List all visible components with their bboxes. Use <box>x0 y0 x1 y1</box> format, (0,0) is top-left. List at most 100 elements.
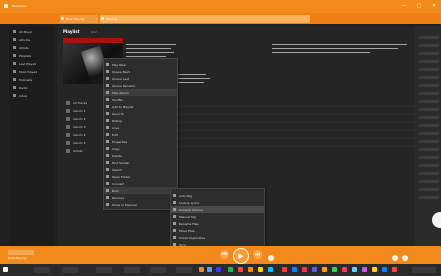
context-menu-item[interactable]: Shuffle <box>104 96 177 103</box>
app-taskbar-icon[interactable] <box>292 267 297 272</box>
context-menu-item[interactable]: Rating <box>104 117 177 124</box>
list-item[interactable] <box>419 140 439 143</box>
app-window: MusicBee — □ ✕ Now Playing Playing All M… <box>0 0 441 276</box>
taskbar-item[interactable] <box>176 267 192 273</box>
sidebar-item[interactable]: Inbox <box>13 93 53 99</box>
list-item[interactable] <box>419 196 439 199</box>
list-item[interactable] <box>419 68 439 71</box>
context-menu-item[interactable]: Add to Playlist <box>104 103 177 110</box>
sidebar-item[interactable]: Albums <box>13 37 53 43</box>
context-menu-item[interactable]: Play Now <box>104 61 177 68</box>
context-menu-item[interactable]: Send To <box>104 110 177 117</box>
app-taskbar-icon[interactable] <box>207 267 212 272</box>
play-button[interactable]: ▶ <box>233 248 249 264</box>
list-item[interactable] <box>419 132 439 135</box>
tab-now-playing[interactable]: Now Playing <box>60 15 98 23</box>
submenu-item[interactable]: Manual Tag <box>171 213 264 220</box>
app-taskbar-icon[interactable] <box>238 267 243 272</box>
list-item[interactable] <box>419 52 439 55</box>
submenu-item[interactable]: Move Files <box>171 227 264 234</box>
notification-bubble[interactable] <box>432 212 441 228</box>
list-item[interactable] <box>419 76 439 79</box>
list-item[interactable] <box>419 172 439 175</box>
tab-playing[interactable]: Playing <box>100 15 310 23</box>
sidebar: All Music Albums Artists Playlists Last … <box>9 26 55 246</box>
submenu-item[interactable]: Lookup Lyrics <box>171 199 264 206</box>
list-item[interactable] <box>419 92 439 95</box>
context-menu-item[interactable]: Edit <box>104 131 177 138</box>
list-item[interactable] <box>419 148 439 151</box>
app-taskbar-icon[interactable] <box>248 267 253 272</box>
sidebar-item[interactable]: Artists <box>13 45 53 51</box>
app-taskbar-icon[interactable] <box>342 267 347 272</box>
volume-icon[interactable] <box>392 255 398 261</box>
list-item[interactable] <box>419 164 439 167</box>
app-taskbar-icon[interactable] <box>352 267 357 272</box>
list-item[interactable] <box>419 116 439 119</box>
taskbar-item[interactable] <box>96 267 112 273</box>
context-menu-item[interactable]: Find Similar <box>104 159 177 166</box>
context-menu-item[interactable]: Delete <box>104 152 177 159</box>
close-button[interactable]: ✕ <box>431 3 437 9</box>
list-item[interactable] <box>419 84 439 87</box>
app-taskbar-icon[interactable] <box>362 267 367 272</box>
app-taskbar-icon[interactable] <box>332 267 337 272</box>
context-menu-item[interactable]: Copy <box>104 145 177 152</box>
app-taskbar-icon[interactable] <box>322 267 327 272</box>
app-taskbar-icon[interactable] <box>372 267 377 272</box>
app-taskbar-icon[interactable] <box>258 267 263 272</box>
app-taskbar-icon[interactable] <box>282 267 287 272</box>
sidebar-item[interactable]: Last Played <box>13 61 53 67</box>
app-taskbar-icon[interactable] <box>312 267 317 272</box>
list-item[interactable] <box>419 124 439 127</box>
context-menu-item[interactable]: Queue Last <box>104 75 177 82</box>
list-item[interactable] <box>419 180 439 183</box>
sidebar-item[interactable]: Radio <box>13 85 53 91</box>
list-item[interactable] <box>419 108 439 111</box>
app-taskbar-icon[interactable] <box>392 267 397 272</box>
app-taskbar-icon[interactable] <box>302 267 307 272</box>
taskbar-item[interactable] <box>124 267 140 273</box>
context-menu-item[interactable]: Play Album <box>104 89 177 96</box>
sidebar-item[interactable]: Most Played <box>13 69 53 75</box>
minimize-button[interactable]: — <box>401 3 407 9</box>
shuffle-icon[interactable] <box>268 255 274 261</box>
app-taskbar-icon[interactable] <box>199 267 204 272</box>
settings-icon[interactable] <box>402 255 408 261</box>
submenu-item[interactable]: Rename Files <box>171 220 264 227</box>
context-menu-item[interactable]: Properties <box>104 138 177 145</box>
list-item[interactable] <box>419 188 439 191</box>
taskbar-item[interactable] <box>62 267 78 273</box>
app-taskbar-icon[interactable] <box>228 267 233 272</box>
context-menu-item[interactable]: Queue Random <box>104 82 177 89</box>
context-menu-item[interactable]: Convert <box>104 180 177 187</box>
app-taskbar-icon[interactable] <box>382 267 387 272</box>
sidebar-item[interactable]: Playlists <box>13 53 53 59</box>
system-clock[interactable] <box>412 267 436 273</box>
context-menu-item[interactable]: Queue Next <box>104 68 177 75</box>
sidebar-item[interactable]: Podcasts <box>13 77 53 83</box>
context-menu-item[interactable]: Love <box>104 124 177 131</box>
list-item[interactable] <box>419 100 439 103</box>
context-menu-item[interactable]: Remove <box>104 194 177 201</box>
submenu-item[interactable]: Analyze Volume <box>171 206 264 213</box>
windows-icon[interactable] <box>3 267 8 272</box>
list-item[interactable] <box>419 156 439 159</box>
taskbar-item[interactable] <box>150 267 166 273</box>
next-button[interactable]: ⏭ <box>253 250 262 259</box>
list-item[interactable] <box>419 44 439 47</box>
context-menu-item[interactable]: Show in Explorer <box>104 201 177 208</box>
list-item[interactable] <box>419 60 439 63</box>
context-menu-item[interactable]: Open Folder <box>104 173 177 180</box>
app-taskbar-icon[interactable] <box>216 267 221 272</box>
sidebar-item[interactable]: All Music <box>13 29 53 35</box>
prev-button[interactable]: ⏮ <box>220 250 229 259</box>
submenu-item[interactable]: Check Duplicates <box>171 234 264 241</box>
app-taskbar-icon[interactable] <box>268 267 273 272</box>
taskbar-item[interactable] <box>34 267 50 273</box>
maximize-button[interactable]: □ <box>416 3 422 9</box>
submenu-item[interactable]: Auto-Tag <box>171 192 264 199</box>
context-menu-item[interactable]: Search <box>104 166 177 173</box>
list-item[interactable] <box>419 36 439 39</box>
context-menu-item[interactable]: Burn <box>104 187 177 194</box>
